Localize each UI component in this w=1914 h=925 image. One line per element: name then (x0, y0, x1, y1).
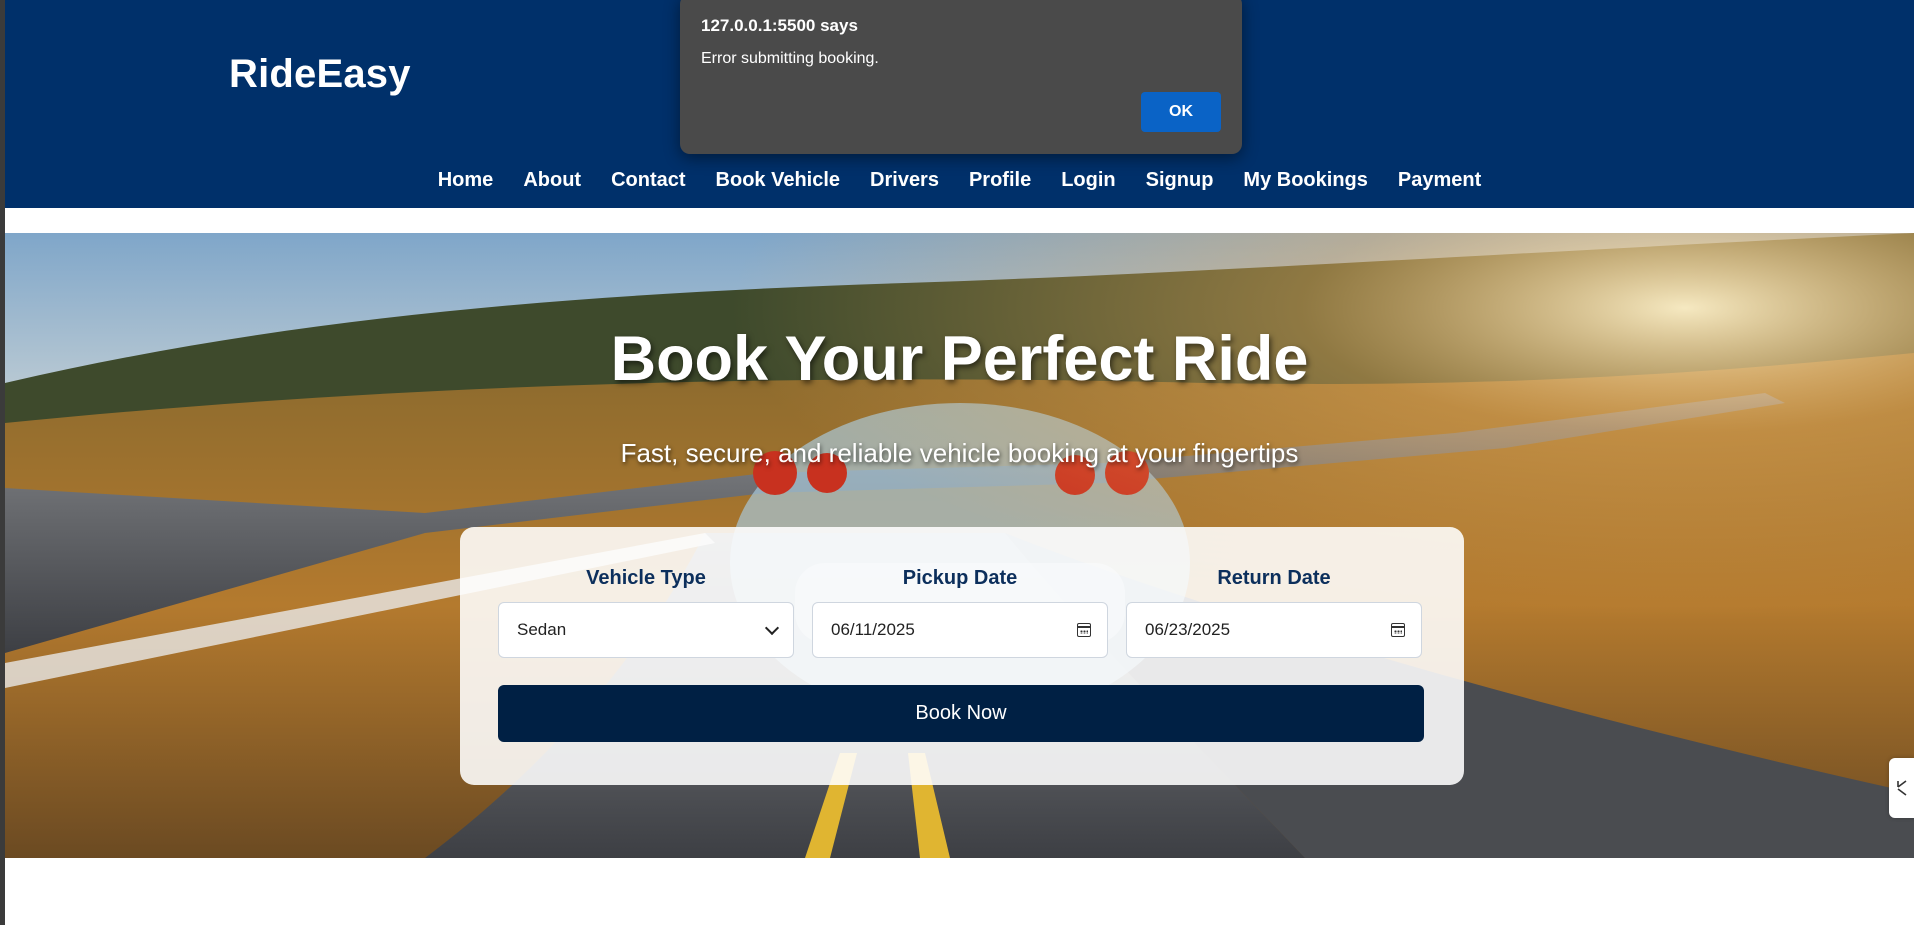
nav-item-signup[interactable]: Signup (1131, 166, 1229, 196)
pickup-date-input[interactable]: 06/11/2025 (812, 602, 1108, 658)
vehicle-type-value: Sedan (517, 620, 567, 639)
nav-item-my-bookings[interactable]: My Bookings (1228, 166, 1382, 196)
dialog-message: Error submitting booking. (701, 50, 879, 67)
nav-item-home[interactable]: Home (423, 166, 509, 196)
dialog-title: 127.0.0.1:5500 says (701, 16, 858, 35)
pickup-date-field: Pickup Date 06/11/2025 (812, 567, 1108, 658)
return-date-value: 06/23/2025 (1145, 620, 1231, 639)
return-date-field: Return Date 06/23/2025 (1126, 567, 1422, 658)
nav-item-contact[interactable]: Contact (596, 166, 700, 196)
return-date-label: Return Date (1217, 567, 1331, 589)
pickup-date-value: 06/11/2025 (831, 620, 915, 639)
nav-item-book-vehicle[interactable]: Book Vehicle (701, 166, 856, 196)
calendar-icon[interactable] (1391, 623, 1405, 637)
vehicle-type-label: Vehicle Type (586, 567, 706, 589)
vehicle-type-field: Vehicle Type Sedan (498, 567, 794, 658)
chevron-down-icon (764, 620, 780, 635)
booking-form: Vehicle Type Sedan Pickup Date 06/11/202… (460, 527, 1464, 785)
side-panel-tab[interactable] (1889, 758, 1914, 818)
nav-item-profile[interactable]: Profile (954, 166, 1046, 196)
hero-section: Book Your Perfect Ride Fast, secure, and… (5, 233, 1914, 858)
nav-item-login[interactable]: Login (1046, 166, 1130, 196)
alert-dialog: 127.0.0.1:5500 says Error submitting boo… (680, 0, 1242, 154)
book-now-button[interactable]: Book Now (498, 685, 1424, 742)
hero-title: Book Your Perfect Ride (610, 324, 1309, 394)
vehicle-type-select[interactable]: Sedan (498, 602, 794, 658)
nav-item-about[interactable]: About (508, 166, 596, 196)
brand-logo[interactable]: RideEasy (229, 52, 411, 97)
pickup-date-label: Pickup Date (902, 567, 1018, 589)
expand-icon (1896, 780, 1906, 796)
main-nav: Home About Contact Book Vehicle Drivers … (5, 166, 1914, 196)
dialog-ok-button[interactable]: OK (1141, 92, 1221, 132)
hero-subtitle: Fast, secure, and reliable vehicle booki… (620, 438, 1299, 468)
return-date-input[interactable]: 06/23/2025 (1126, 602, 1422, 658)
nav-item-drivers[interactable]: Drivers (855, 166, 954, 196)
nav-item-payment[interactable]: Payment (1383, 166, 1496, 196)
calendar-icon[interactable] (1077, 623, 1091, 637)
